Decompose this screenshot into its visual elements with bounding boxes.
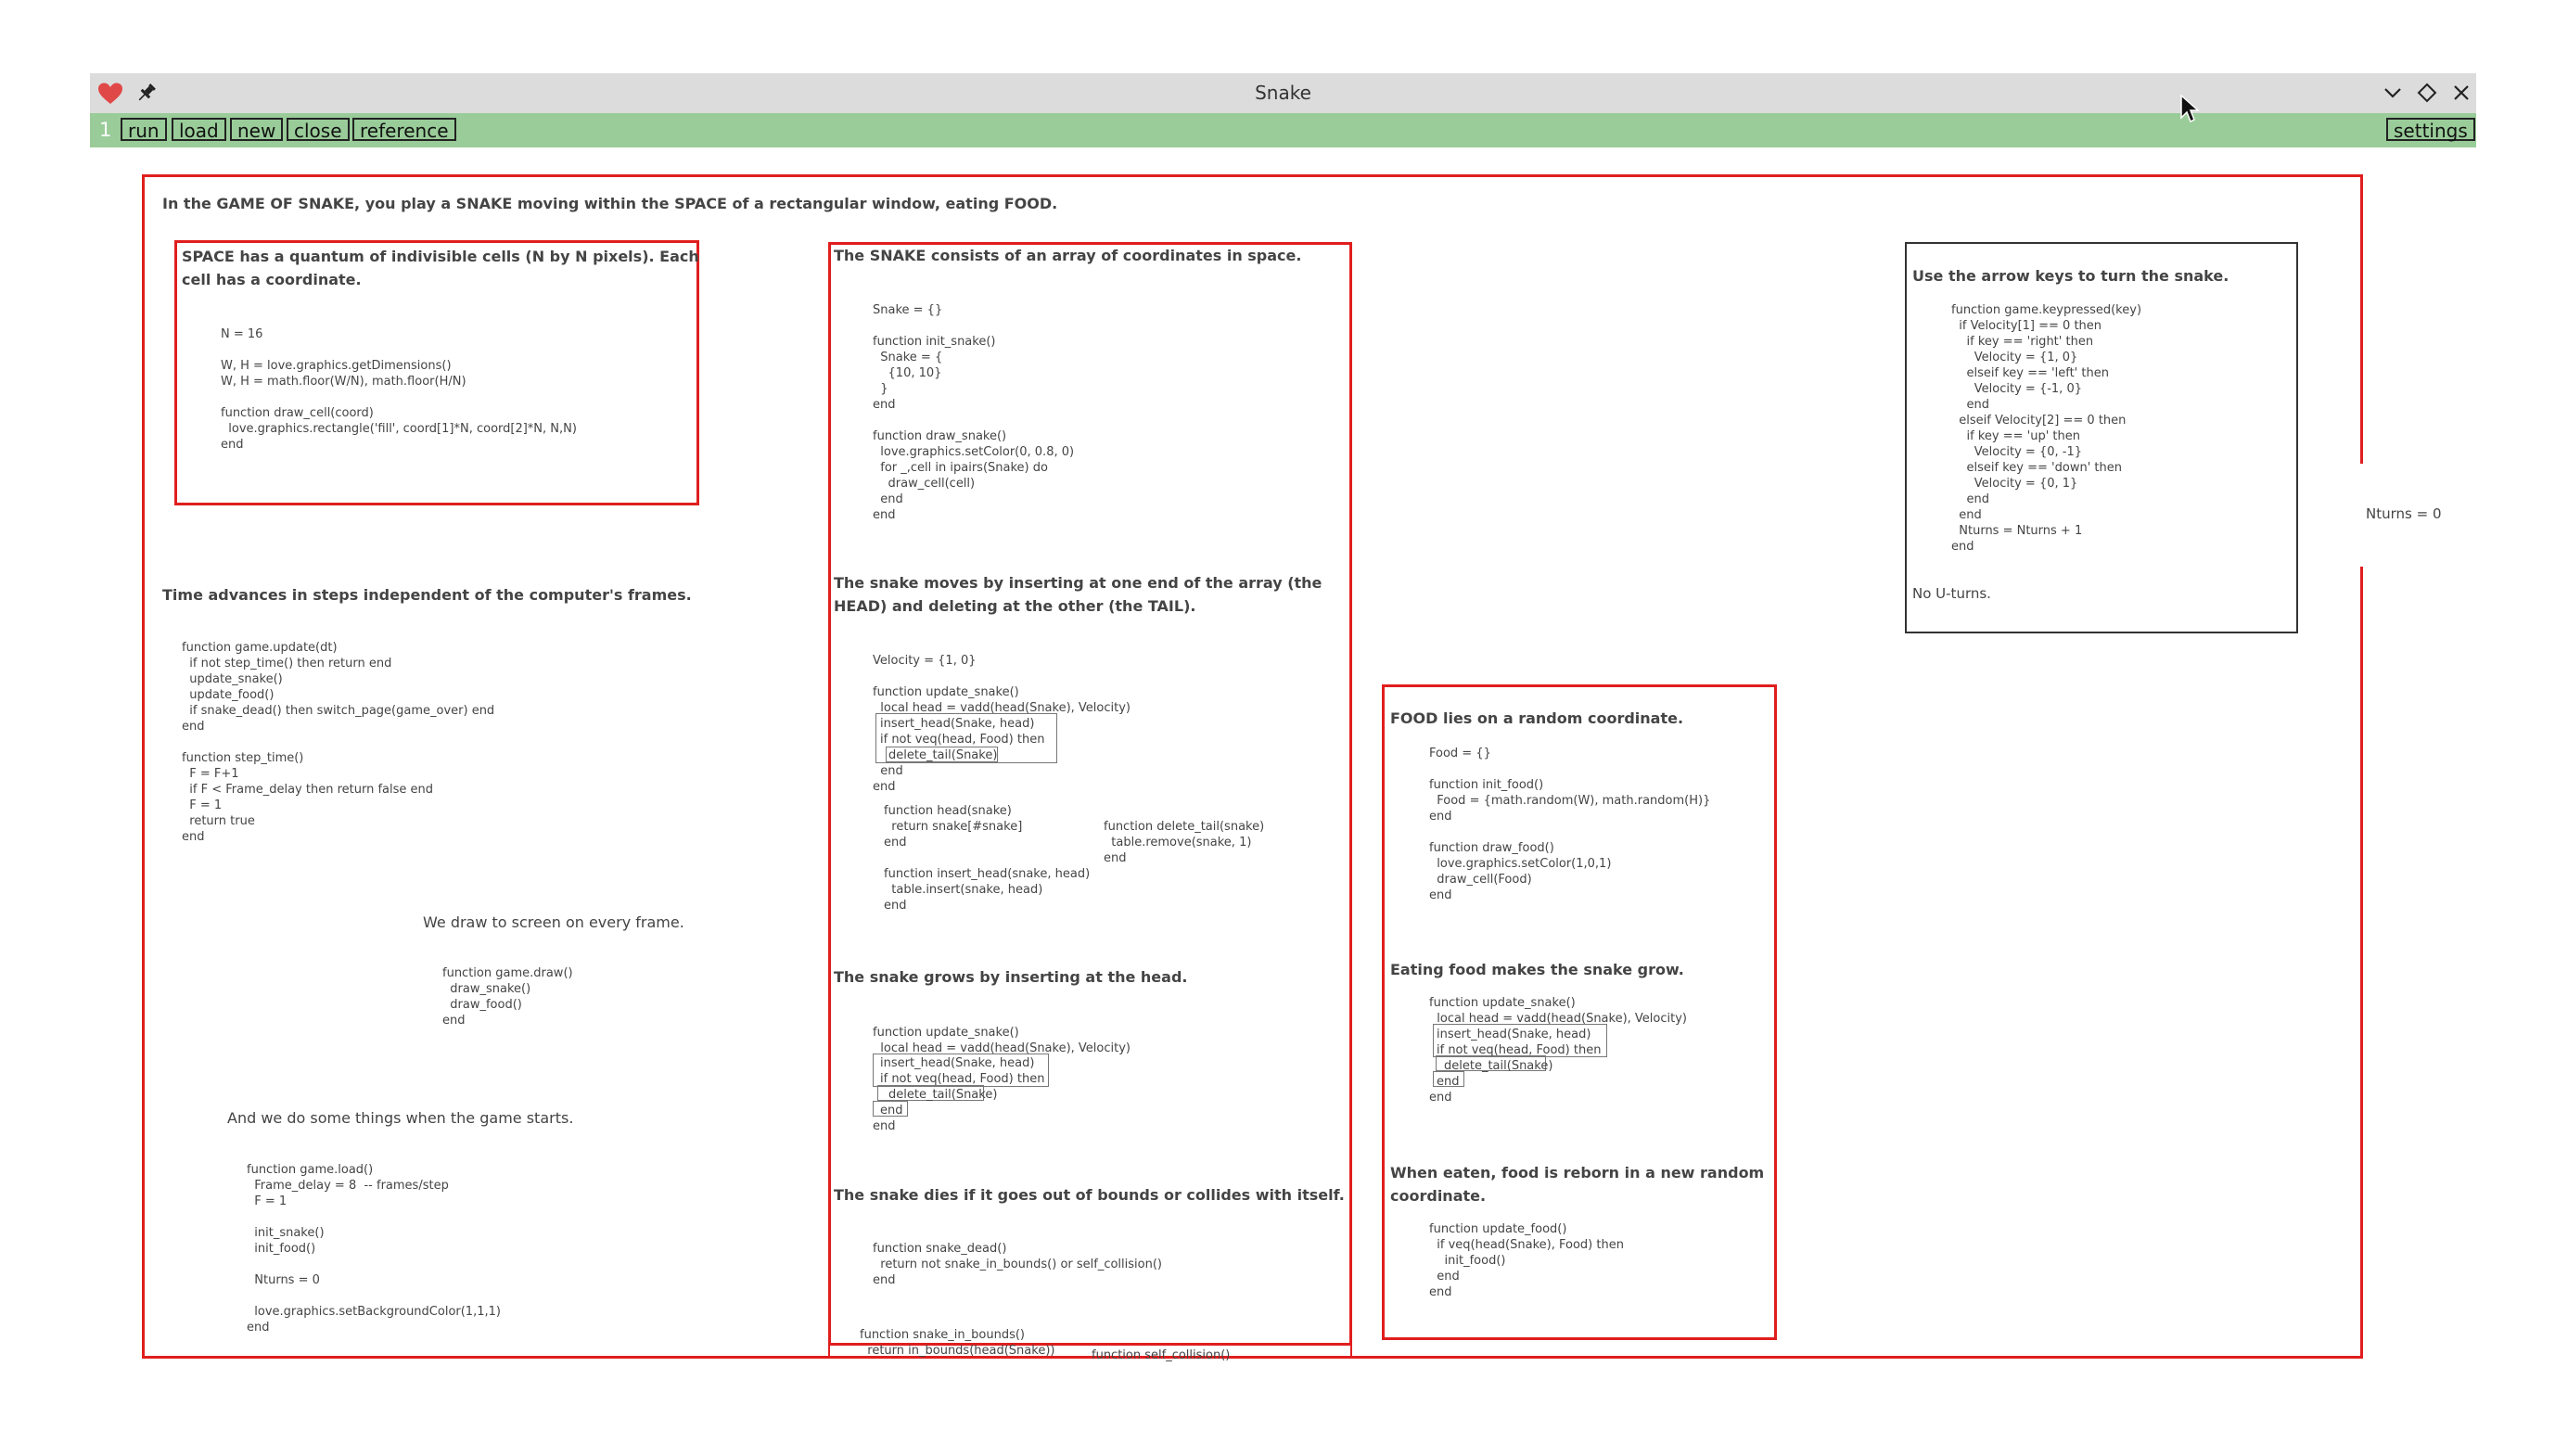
snake-heading-1: The SNAKE consists of an array of coordi…	[834, 247, 1302, 264]
snake-code-3-hl3: delete_tail(Snake)	[888, 1088, 998, 1102]
food-heading-3: When eaten, food is reborn in a new rand…	[1390, 1164, 1765, 1205]
draw-code[interactable]: function game.draw() draw_snake() draw_f…	[442, 965, 573, 1028]
snake-heading-2: The snake moves by inserting at one end …	[834, 574, 1322, 615]
page-number: 1	[99, 119, 112, 141]
snake-code-2-end: end end	[873, 764, 903, 794]
nturns-readout: Nturns = 0	[2366, 505, 2442, 522]
keys-footer: No U-turns.	[1912, 585, 1991, 602]
snake-code-2-top[interactable]: Velocity = {1, 0} function update_snake(…	[873, 653, 1131, 716]
time-heading: Time advances in steps independent of th…	[162, 586, 692, 604]
window-titlebar[interactable]: Snake	[90, 73, 2476, 113]
close-icon[interactable]	[2449, 81, 2473, 105]
pin-icon[interactable]	[134, 81, 159, 105]
keys-code[interactable]: function game.keypressed(key) if Velocit…	[1951, 302, 2141, 555]
frame-gap	[2298, 464, 2367, 567]
space-heading: SPACE has a quantum of indivisible cells…	[182, 248, 699, 288]
food-heading-1: FOOD lies on a random coordinate.	[1390, 709, 1684, 727]
snake-code-1[interactable]: Snake = {} function init_snake() Snake =…	[873, 302, 1074, 523]
run-button[interactable]: run	[121, 118, 167, 142]
food-code-2-hl4: end	[1437, 1075, 1460, 1089]
chevron-down-icon[interactable]	[2381, 81, 2405, 105]
new-button[interactable]: new	[230, 118, 284, 142]
snake-code-2-hl3: delete_tail(Snake)	[888, 748, 998, 762]
snake-heading-4: The snake dies if it goes out of bounds …	[834, 1186, 1345, 1204]
snake-code-3-hl1: insert_head(Snake, head)	[880, 1056, 1035, 1070]
diamond-icon[interactable]	[2415, 81, 2439, 105]
food-code-3[interactable]: function update_food() if veq(head(Snake…	[1429, 1221, 1624, 1300]
space-code[interactable]: N = 16 W, H = love.graphics.getDimension…	[221, 326, 577, 453]
mouse-cursor-icon	[2180, 94, 2200, 123]
snake-code-3-hl2: if not veq(head, Food) then	[880, 1072, 1045, 1086]
snake-code-3-hl4: end	[880, 1104, 903, 1118]
reference-button[interactable]: reference	[352, 118, 456, 142]
food-code-2-hl1: insert_head(Snake, head)	[1437, 1028, 1591, 1041]
load-code[interactable]: function game.load() Frame_delay = 8 -- …	[247, 1162, 501, 1335]
snake-code-6[interactable]: function self_collision()	[1092, 1347, 1230, 1363]
food-code-1[interactable]: Food = {} function init_food() Food = {m…	[1429, 746, 1710, 903]
load-text: And we do some things when the game star…	[227, 1109, 574, 1127]
toolbar: 1 run load new close reference settings	[90, 113, 2476, 147]
food-heading-2: Eating food makes the snake grow.	[1390, 961, 1684, 978]
snake-heading-3: The snake grows by inserting at the head…	[834, 968, 1188, 986]
snake-code-5[interactable]: function snake_in_bounds() return in_bou…	[860, 1327, 1054, 1359]
time-code[interactable]: function game.update(dt) if not step_tim…	[182, 640, 494, 845]
load-button[interactable]: load	[172, 118, 226, 142]
snake-code-2-hl1: insert_head(Snake, head)	[880, 717, 1035, 731]
close-button[interactable]: close	[287, 118, 350, 142]
window-title: Snake	[1255, 82, 1311, 104]
settings-button[interactable]: settings	[2386, 118, 2475, 142]
food-code-2-hl2: if not veq(head, Food) then	[1437, 1043, 1602, 1057]
draw-text: We draw to screen on every frame.	[423, 913, 684, 931]
snake-code-3-end: end	[873, 1119, 896, 1133]
snake-code-4[interactable]: function snake_dead() return not snake_i…	[873, 1241, 1162, 1288]
intro-text: In the GAME OF SNAKE, you play a SNAKE m…	[162, 195, 1058, 212]
snake-code-2-hl2: if not veq(head, Food) then	[880, 733, 1045, 747]
food-code-2-hl3: delete_tail(Snake)	[1444, 1059, 1553, 1073]
food-code-2-end: end	[1429, 1091, 1452, 1105]
food-code-2-top[interactable]: function update_snake() local head = vad…	[1429, 995, 1687, 1027]
heart-icon[interactable]	[97, 82, 123, 106]
keys-heading: Use the arrow keys to turn the snake.	[1912, 267, 2229, 285]
snake-code-2-left[interactable]: function head(snake) return snake[#snake…	[884, 803, 1090, 913]
snake-code-3-top[interactable]: function update_snake() local head = vad…	[873, 1025, 1131, 1056]
snake-code-2-right[interactable]: function delete_tail(snake) table.remove…	[1104, 819, 1264, 866]
